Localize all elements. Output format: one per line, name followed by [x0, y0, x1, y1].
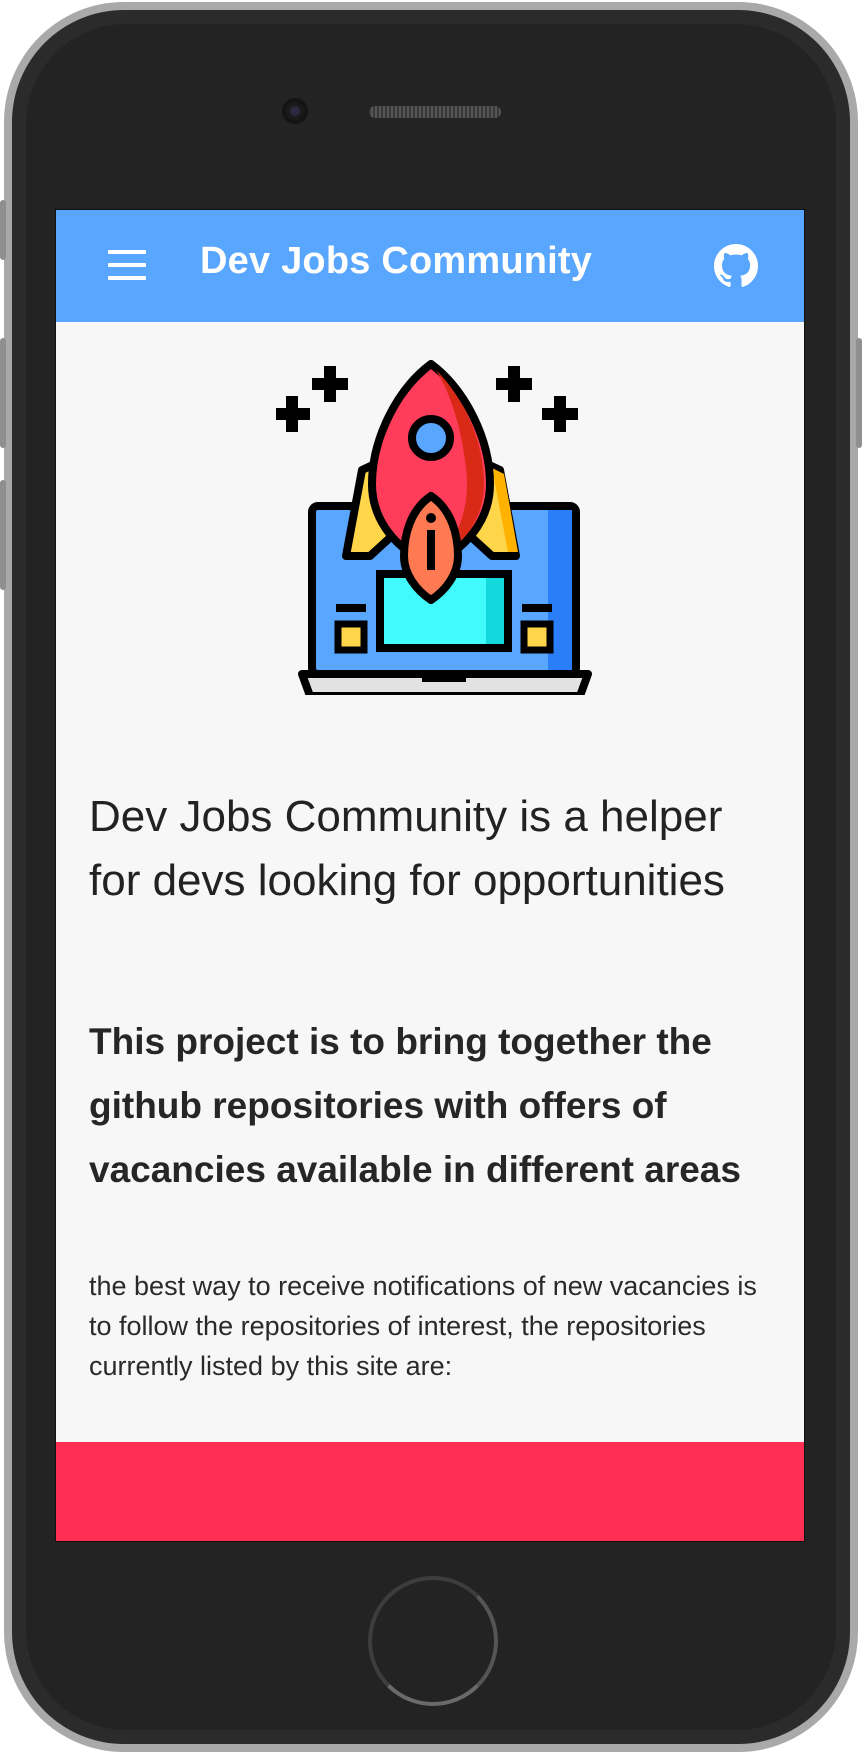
notifications-info: the best way to receive notifications of… [89, 1271, 757, 1381]
volume-down-button [0, 480, 6, 590]
project-description: This project is to bring together the gi… [89, 1021, 741, 1190]
github-icon[interactable] [714, 244, 758, 288]
rocket-laptop-illustration [266, 360, 596, 700]
power-button [856, 338, 862, 448]
earpiece-speaker [369, 106, 501, 118]
app-bar: Dev Jobs Community [56, 210, 804, 322]
home-button[interactable] [368, 1576, 498, 1706]
app-screen: Dev Jobs Community Dev Jobs Community is… [55, 209, 805, 1542]
app-title: Dev Jobs Community [200, 240, 593, 282]
front-camera [282, 98, 308, 124]
silent-switch [0, 200, 6, 260]
hamburger-menu-icon[interactable] [108, 250, 146, 280]
volume-up-button [0, 338, 6, 448]
page-headline: Dev Jobs Community is a helper for devs … [89, 792, 725, 905]
repositories-section-band [56, 1442, 804, 1541]
